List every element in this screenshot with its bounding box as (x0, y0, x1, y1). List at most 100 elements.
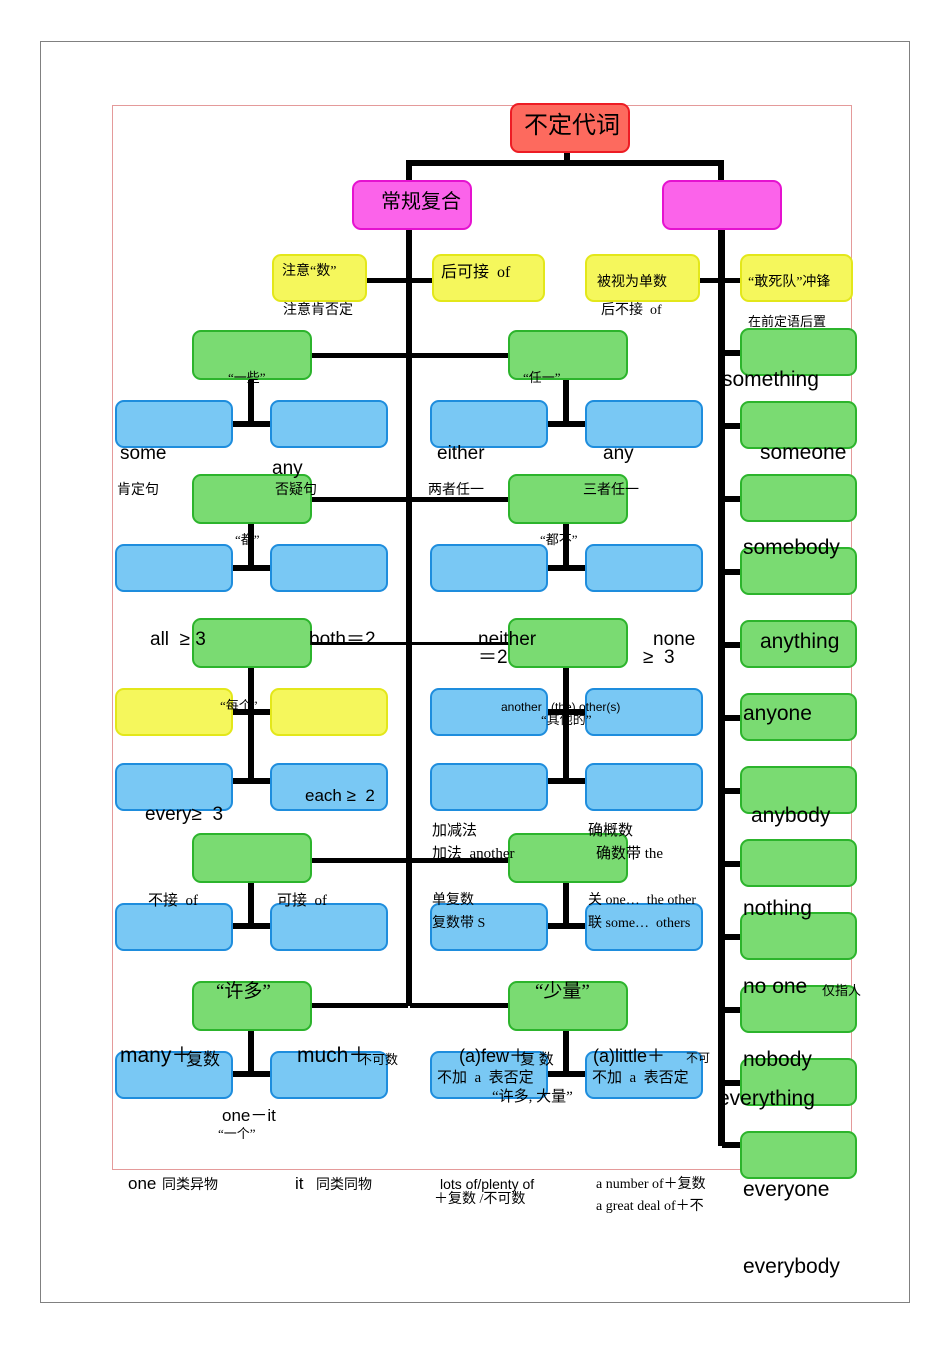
label-some: some (120, 443, 167, 464)
label-fushudais: 复数带 S (432, 916, 486, 931)
label-xuduodaliang: “许多, 大量” (492, 1089, 573, 1105)
item-node-both-pre[interactable] (270, 544, 388, 592)
label-shaoliang: “少量” (535, 981, 590, 1002)
label-a-number-of: a number of＋复数 (596, 1177, 706, 1192)
line-row4-catright-stem (563, 1030, 569, 1074)
item-node-every-pre[interactable] (115, 688, 233, 736)
line-row4-items-right (543, 1071, 589, 1077)
label-any-1: any (272, 458, 303, 479)
label-renyi: “任一” (523, 370, 561, 385)
label-jiafa-another: 加法 another (432, 846, 515, 862)
label-many: many＋ (120, 1044, 193, 1067)
item-node-any-2[interactable] (585, 400, 703, 448)
compound-label-2: someone (760, 441, 847, 464)
line-compound-stub-3 (722, 496, 742, 502)
line-compound-stub-1 (722, 350, 742, 356)
line-compound-stub-9 (722, 934, 742, 940)
line-row1-items-right (543, 421, 589, 427)
line-row4-right (410, 1003, 510, 1008)
line-compound-stub-5 (722, 642, 742, 648)
label-one-bottom: one (128, 1174, 157, 1193)
branch-node-2[interactable] (662, 180, 782, 230)
note-label-3: 被视为单数 (597, 275, 667, 290)
line-row4-left (310, 1003, 408, 1008)
label-lian-some-others: 联 some… others (588, 916, 691, 931)
line-compound-stub-8 (722, 861, 742, 867)
line-row1-right (410, 353, 510, 358)
item-node-some[interactable] (115, 400, 233, 448)
item-node-each-pre[interactable] (270, 688, 388, 736)
label-another-small: another (501, 700, 542, 714)
line-branch-left-stem (406, 160, 412, 182)
label-one-it: one－it (222, 1106, 276, 1125)
label-xuduo: “许多” (216, 981, 271, 1002)
category-node-all-both[interactable] (192, 618, 312, 668)
label-sanzherenyi: 三者任一 (583, 483, 639, 498)
label-bujia-a-1: 不加 a 表否定 (437, 1070, 534, 1086)
note-caption-2: 后不接 of (601, 303, 662, 318)
label-it-bottom: it (295, 1174, 304, 1193)
line-note-1 (366, 278, 408, 283)
line-compound-stub-12 (722, 1142, 742, 1148)
note-label-2: 后可接 of (441, 264, 511, 281)
item-node-another[interactable] (430, 763, 548, 811)
line-compound-stub-10 (722, 1007, 742, 1013)
label-bujie-of: 不接 of (148, 893, 198, 909)
compound-label-4: anything (760, 630, 840, 653)
line-row3-items-right (543, 923, 589, 929)
label-danfushu: 单复数 (432, 893, 474, 908)
label-afew: (a)few＋ (459, 1046, 528, 1066)
label-every: every≥ 3 (145, 804, 224, 825)
label-guan-one-the-other: 关 one… the other (588, 893, 697, 908)
line-row3-catleft-stem (248, 882, 254, 926)
line-row3-catright-stem (563, 882, 569, 926)
label-all: all ≥ 3 (150, 629, 206, 650)
line-row1-catright-stem (563, 380, 569, 424)
mindmap-canvas: 不定代词 常规复合 注意“数” 后可接 of 被视为单数 “敢死队”冲锋 注意肯… (0, 0, 950, 1345)
line-row1b-left (310, 497, 408, 502)
label-dou: “都” (235, 532, 260, 547)
compound-label-9: nobody (743, 1048, 812, 1071)
label-both: both＝2 (309, 629, 376, 650)
compound-label-8-suffix: 仅指人 (822, 983, 862, 998)
label-many-cn: 复数 (186, 1050, 220, 1069)
item-node-all-pre[interactable] (115, 544, 233, 592)
item-node-none-pre[interactable] (585, 544, 703, 592)
line-row1b-items-left (228, 565, 274, 571)
label-lots-of: lots of/plenty of (440, 1176, 535, 1192)
compound-label-7: nothing (743, 897, 812, 920)
compound-label-10: everything (718, 1087, 815, 1110)
item-node-neither-pre[interactable] (430, 544, 548, 592)
compound-node-8[interactable] (740, 839, 857, 887)
compound-node-3[interactable] (740, 474, 857, 522)
label-doubu: “都不” (540, 532, 578, 547)
item-node-theothers[interactable] (585, 763, 703, 811)
line-row3-items-left (228, 923, 274, 929)
line-row2b-items-left (228, 778, 274, 784)
label-yige: “一个” (218, 1126, 256, 1141)
line-row1-items-left (228, 421, 274, 427)
compound-label-6: anybody (751, 804, 831, 827)
label-queshudaithe: 确数带 the (596, 846, 664, 862)
label-fouyiju: 否疑句 (275, 483, 317, 498)
item-node-any-1[interactable] (270, 400, 388, 448)
compound-label-12: everybody (743, 1255, 840, 1278)
note-caption-3: 在前定语后置 (748, 314, 827, 329)
item-node-either[interactable] (430, 400, 548, 448)
branch-label-1: 常规复合 (381, 191, 461, 213)
label-liangzherenyi: 两者任一 (428, 483, 484, 498)
line-note-2 (410, 278, 432, 283)
label-afew-cn: 复 数 (520, 1052, 554, 1068)
label-any-2: any (603, 443, 634, 464)
compound-label-5: anyone (743, 702, 812, 725)
line-row3-left (310, 858, 408, 863)
line-row4-items-left (228, 1071, 274, 1077)
label-alittle: (a)little＋ (593, 1046, 666, 1066)
line-compound-stub-7 (722, 788, 742, 794)
line-compound-stub-11 (722, 1080, 742, 1086)
note-caption-1: 注意肯否定 (283, 303, 353, 318)
compound-node-12[interactable] (740, 1131, 857, 1179)
category-node-of[interactable] (192, 833, 312, 883)
line-row2b-catleft-stem (248, 712, 254, 780)
label-much-cn: 不可数 (359, 1052, 399, 1067)
